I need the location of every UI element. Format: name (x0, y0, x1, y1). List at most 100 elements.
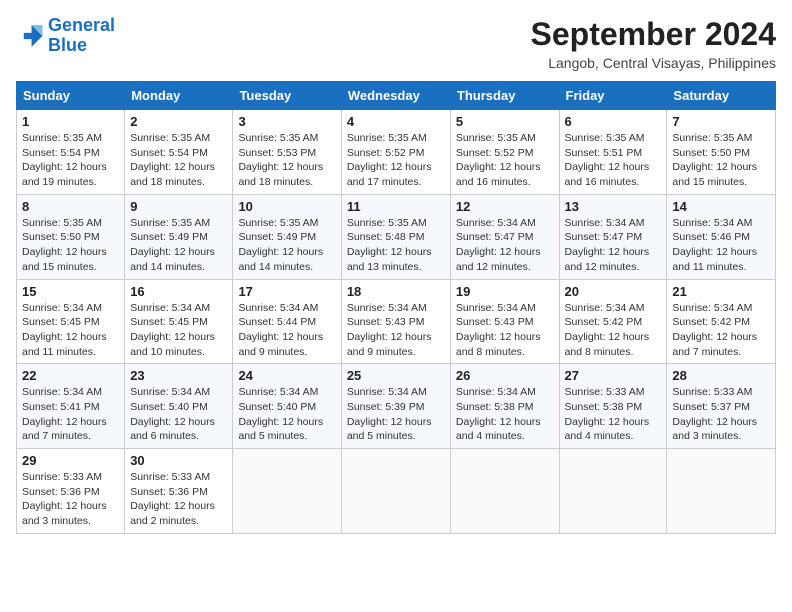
calendar-cell: 2 Sunrise: 5:35 AMSunset: 5:54 PMDaylight… (125, 110, 233, 195)
logo-text: General Blue (48, 16, 115, 56)
calendar-header-row: SundayMondayTuesdayWednesdayThursdayFrid… (17, 82, 776, 110)
calendar-cell: 6 Sunrise: 5:35 AMSunset: 5:51 PMDaylight… (559, 110, 667, 195)
day-info: Sunrise: 5:35 AMSunset: 5:48 PMDaylight:… (347, 216, 445, 275)
calendar-cell: 8Sunrise: 5:35 AMSunset: 5:50 PMDaylight… (17, 194, 125, 279)
day-number: 18 (347, 284, 445, 299)
day-number: 12 (456, 199, 554, 214)
calendar-cell: 9 Sunrise: 5:35 AMSunset: 5:49 PMDaylight… (125, 194, 233, 279)
calendar-cell (450, 449, 559, 534)
day-number: 26 (456, 368, 554, 383)
day-number: 30 (130, 453, 227, 468)
header-friday: Friday (559, 82, 667, 110)
calendar-cell: 16 Sunrise: 5:34 AMSunset: 5:45 PMDayligh… (125, 279, 233, 364)
calendar-cell: 3Sunrise: 5:35 AMSunset: 5:53 PMDaylight… (233, 110, 341, 195)
header-thursday: Thursday (450, 82, 559, 110)
day-number: 9 (130, 199, 227, 214)
calendar-cell: 5Sunrise: 5:35 AMSunset: 5:52 PMDaylight… (450, 110, 559, 195)
day-info: Sunrise: 5:34 AMSunset: 5:42 PMDaylight:… (565, 301, 662, 360)
day-info: Sunrise: 5:35 AMSunset: 5:49 PMDaylight:… (130, 216, 227, 275)
day-number: 10 (238, 199, 335, 214)
day-info: Sunrise: 5:34 AMSunset: 5:45 PMDaylight:… (130, 301, 227, 360)
day-number: 2 (130, 114, 227, 129)
calendar-cell: 26 Sunrise: 5:34 AMSunset: 5:38 PMDayligh… (450, 364, 559, 449)
day-info: Sunrise: 5:33 AMSunset: 5:38 PMDaylight:… (565, 385, 662, 444)
day-number: 6 (565, 114, 662, 129)
calendar-cell: 21 Sunrise: 5:34 AMSunset: 5:42 PMDayligh… (667, 279, 776, 364)
day-info: Sunrise: 5:35 AMSunset: 5:53 PMDaylight:… (238, 131, 335, 190)
calendar-cell: 17Sunrise: 5:34 AMSunset: 5:44 PMDayligh… (233, 279, 341, 364)
day-info: Sunrise: 5:34 AMSunset: 5:43 PMDaylight:… (456, 301, 554, 360)
calendar-cell (233, 449, 341, 534)
calendar-cell: 18 Sunrise: 5:34 AMSunset: 5:43 PMDayligh… (341, 279, 450, 364)
day-number: 15 (22, 284, 119, 299)
day-number: 13 (565, 199, 662, 214)
day-info: Sunrise: 5:34 AMSunset: 5:43 PMDaylight:… (347, 301, 445, 360)
day-info: Sunrise: 5:34 AMSunset: 5:47 PMDaylight:… (565, 216, 662, 275)
day-number: 29 (22, 453, 119, 468)
week-row-3: 15 Sunrise: 5:34 AMSunset: 5:45 PMDayligh… (17, 279, 776, 364)
week-row-2: 8Sunrise: 5:35 AMSunset: 5:50 PMDaylight… (17, 194, 776, 279)
week-row-4: 22Sunrise: 5:34 AMSunset: 5:41 PMDayligh… (17, 364, 776, 449)
day-number: 11 (347, 199, 445, 214)
day-number: 8 (22, 199, 119, 214)
day-info: Sunrise: 5:35 AMSunset: 5:52 PMDaylight:… (347, 131, 445, 190)
header-monday: Monday (125, 82, 233, 110)
calendar-cell: 10Sunrise: 5:35 AMSunset: 5:49 PMDayligh… (233, 194, 341, 279)
title-block: September 2024 Langob, Central Visayas, … (531, 16, 776, 71)
day-info: Sunrise: 5:35 AMSunset: 5:51 PMDaylight:… (565, 131, 662, 190)
day-info: Sunrise: 5:34 AMSunset: 5:45 PMDaylight:… (22, 301, 119, 360)
month-title: September 2024 (531, 16, 776, 53)
day-info: Sunrise: 5:34 AMSunset: 5:38 PMDaylight:… (456, 385, 554, 444)
day-number: 5 (456, 114, 554, 129)
day-info: Sunrise: 5:34 AMSunset: 5:46 PMDaylight:… (672, 216, 770, 275)
day-number: 16 (130, 284, 227, 299)
day-number: 14 (672, 199, 770, 214)
calendar-cell: 27 Sunrise: 5:33 AMSunset: 5:38 PMDayligh… (559, 364, 667, 449)
calendar-cell: 4 Sunrise: 5:35 AMSunset: 5:52 PMDaylight… (341, 110, 450, 195)
calendar-cell: 24 Sunrise: 5:34 AMSunset: 5:40 PMDayligh… (233, 364, 341, 449)
logo-icon (16, 22, 44, 50)
calendar-cell: 28Sunrise: 5:33 AMSunset: 5:37 PMDayligh… (667, 364, 776, 449)
calendar-cell: 11 Sunrise: 5:35 AMSunset: 5:48 PMDayligh… (341, 194, 450, 279)
day-info: Sunrise: 5:34 AMSunset: 5:47 PMDaylight:… (456, 216, 554, 275)
day-number: 7 (672, 114, 770, 129)
day-info: Sunrise: 5:35 AMSunset: 5:54 PMDaylight:… (130, 131, 227, 190)
day-number: 19 (456, 284, 554, 299)
calendar-cell: 22Sunrise: 5:34 AMSunset: 5:41 PMDayligh… (17, 364, 125, 449)
calendar-cell (341, 449, 450, 534)
week-row-1: 1Sunrise: 5:35 AMSunset: 5:54 PMDaylight… (17, 110, 776, 195)
day-number: 25 (347, 368, 445, 383)
day-number: 4 (347, 114, 445, 129)
day-number: 21 (672, 284, 770, 299)
calendar-cell: 29 Sunrise: 5:33 AMSunset: 5:36 PMDayligh… (17, 449, 125, 534)
header-wednesday: Wednesday (341, 82, 450, 110)
calendar-cell: 30 Sunrise: 5:33 AMSunset: 5:36 PMDayligh… (125, 449, 233, 534)
calendar-cell (667, 449, 776, 534)
calendar-cell: 19 Sunrise: 5:34 AMSunset: 5:43 PMDayligh… (450, 279, 559, 364)
location-subtitle: Langob, Central Visayas, Philippines (531, 55, 776, 71)
calendar-cell: 14 Sunrise: 5:34 AMSunset: 5:46 PMDayligh… (667, 194, 776, 279)
calendar-cell: 20Sunrise: 5:34 AMSunset: 5:42 PMDayligh… (559, 279, 667, 364)
day-info: Sunrise: 5:33 AMSunset: 5:36 PMDaylight:… (22, 470, 119, 529)
day-number: 27 (565, 368, 662, 383)
header-tuesday: Tuesday (233, 82, 341, 110)
day-number: 17 (238, 284, 335, 299)
day-number: 23 (130, 368, 227, 383)
header-saturday: Saturday (667, 82, 776, 110)
day-info: Sunrise: 5:34 AMSunset: 5:40 PMDaylight:… (238, 385, 335, 444)
calendar-cell: 23Sunrise: 5:34 AMSunset: 5:40 PMDayligh… (125, 364, 233, 449)
logo-line2: Blue (48, 35, 87, 55)
calendar-cell: 1Sunrise: 5:35 AMSunset: 5:54 PMDaylight… (17, 110, 125, 195)
day-info: Sunrise: 5:35 AMSunset: 5:54 PMDaylight:… (22, 131, 119, 190)
day-info: Sunrise: 5:33 AMSunset: 5:36 PMDaylight:… (130, 470, 227, 529)
calendar-cell: 13 Sunrise: 5:34 AMSunset: 5:47 PMDayligh… (559, 194, 667, 279)
day-info: Sunrise: 5:35 AMSunset: 5:50 PMDaylight:… (672, 131, 770, 190)
calendar-table: SundayMondayTuesdayWednesdayThursdayFrid… (16, 81, 776, 534)
day-number: 24 (238, 368, 335, 383)
day-info: Sunrise: 5:34 AMSunset: 5:42 PMDaylight:… (672, 301, 770, 360)
page-header: General Blue September 2024 Langob, Cent… (16, 16, 776, 71)
day-info: Sunrise: 5:34 AMSunset: 5:39 PMDaylight:… (347, 385, 445, 444)
day-number: 22 (22, 368, 119, 383)
week-row-5: 29 Sunrise: 5:33 AMSunset: 5:36 PMDayligh… (17, 449, 776, 534)
header-sunday: Sunday (17, 82, 125, 110)
